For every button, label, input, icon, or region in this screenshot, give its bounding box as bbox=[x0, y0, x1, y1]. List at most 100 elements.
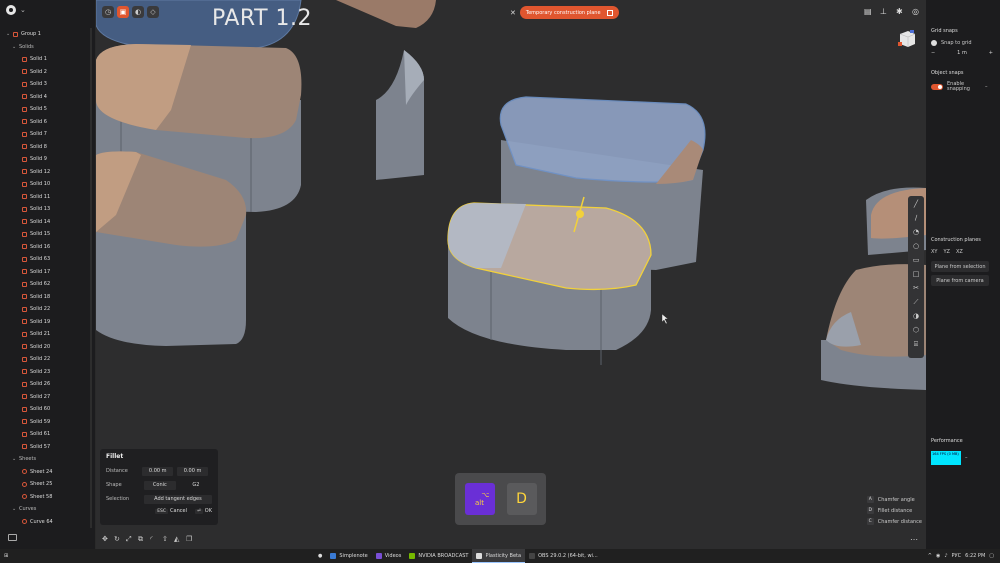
expand-chevron-icon[interactable]: ⌄ bbox=[12, 453, 17, 466]
cancel-button[interactable]: ESC Cancel bbox=[155, 508, 187, 514]
expand-chevron-icon[interactable]: ⌄ bbox=[12, 41, 17, 54]
knife-tool-icon[interactable]: ⟋ bbox=[912, 297, 920, 307]
outliner-item[interactable]: Solid 2 bbox=[0, 66, 94, 79]
import-icon[interactable] bbox=[8, 534, 17, 541]
chevron-down-icon[interactable]: ⌄ bbox=[20, 6, 26, 14]
taskbar-app[interactable]: OBS 29.0.2 (64-bit, wi... bbox=[525, 549, 602, 563]
outliner-item[interactable]: Solid 14 bbox=[0, 216, 94, 229]
language-indicator[interactable]: РУС bbox=[952, 553, 962, 559]
clock-icon[interactable]: ◷ bbox=[102, 6, 114, 18]
navigation-cube[interactable] bbox=[896, 28, 918, 50]
fillet-gizmo-handle[interactable] bbox=[576, 210, 584, 218]
scene-canvas[interactable] bbox=[96, 0, 926, 530]
outliner-item[interactable]: Solid 60 bbox=[0, 403, 94, 416]
outliner-item[interactable]: Solid 21 bbox=[0, 328, 94, 341]
shape-select[interactable]: Conic bbox=[143, 480, 176, 490]
outliner-item[interactable]: ⌄ Sheets bbox=[0, 453, 94, 466]
search-icon[interactable]: ● bbox=[314, 549, 326, 563]
outliner-item[interactable]: Solid 22 bbox=[0, 303, 94, 316]
scale-icon[interactable]: ⤢ bbox=[126, 536, 133, 543]
chevron-up-icon[interactable]: ^ bbox=[928, 553, 932, 559]
outliner-item[interactable]: Solid 57 bbox=[0, 441, 94, 454]
plane-yz-button[interactable]: YZ bbox=[943, 249, 949, 255]
outliner-item[interactable]: Sheet 25 bbox=[0, 478, 94, 491]
outliner-item[interactable]: Curve 64 bbox=[0, 516, 94, 529]
line-tool-icon[interactable]: ╱ bbox=[912, 199, 920, 209]
outliner-item[interactable]: Solid 3 bbox=[0, 78, 94, 91]
outliner-item[interactable]: Solid 16 bbox=[0, 241, 94, 254]
plane-from-selection-button[interactable]: Plane from selection bbox=[931, 261, 989, 272]
grid-plus-button[interactable]: + bbox=[989, 50, 993, 56]
outliner-item[interactable]: Solid 26 bbox=[0, 378, 94, 391]
outliner-item[interactable]: Solid 63 bbox=[0, 253, 94, 266]
outliner-item[interactable]: Solid 10 bbox=[0, 178, 94, 191]
grid-minus-button[interactable]: − bbox=[931, 50, 935, 56]
rectangle-tool-icon[interactable]: □ bbox=[912, 269, 920, 279]
outliner-item[interactable]: Sheet 58 bbox=[0, 491, 94, 504]
outliner-item[interactable]: Solid 23 bbox=[0, 366, 94, 379]
cylinder-tool-icon[interactable]: ▭ bbox=[912, 255, 920, 265]
enable-snapping-toggle[interactable] bbox=[931, 84, 943, 90]
shading-icon[interactable]: ◐ bbox=[132, 6, 144, 18]
distance-input-1[interactable]: 0.00 m bbox=[142, 466, 174, 476]
outliner-item[interactable]: Solid 9 bbox=[0, 153, 94, 166]
outliner-item[interactable]: Solid 62 bbox=[0, 278, 94, 291]
add-tangent-edges-button[interactable]: Add tangent edges bbox=[143, 494, 212, 504]
outliner-item[interactable]: ⌄ Curves bbox=[0, 503, 94, 516]
more-icon[interactable]: ⋯ bbox=[910, 535, 918, 544]
move-icon[interactable]: ✥ bbox=[102, 536, 109, 543]
distance-input-2[interactable]: 0.00 m bbox=[177, 466, 209, 476]
3d-viewport[interactable]: ◷ ▣ ◐ ◇ PART 1.2 ✕ Temporary constructio… bbox=[96, 0, 926, 530]
start-icon[interactable]: ⊞ bbox=[0, 549, 20, 563]
outliner-item[interactable]: ⌄ Solids bbox=[0, 41, 94, 54]
outliner-item[interactable]: Solid 22 bbox=[0, 353, 94, 366]
app-logo-icon[interactable] bbox=[6, 5, 16, 15]
outliner-item[interactable]: Solid 20 bbox=[0, 341, 94, 354]
box-tool-icon[interactable]: ⬡ bbox=[912, 325, 920, 335]
outliner-item[interactable]: Solid 7 bbox=[0, 128, 94, 141]
snap-to-grid-toggle[interactable] bbox=[931, 40, 937, 46]
outliner-item[interactable]: Solid 61 bbox=[0, 428, 94, 441]
outliner-item[interactable]: Sheet 24 bbox=[0, 466, 94, 479]
outliner-item[interactable]: Solid 19 bbox=[0, 316, 94, 329]
perspective-icon[interactable]: ▤ bbox=[864, 8, 872, 16]
plane-from-camera-button[interactable]: Plane from camera bbox=[931, 275, 989, 286]
clock[interactable]: 6:22 PM bbox=[965, 553, 985, 559]
overlay-icon[interactable]: ◎ bbox=[912, 8, 920, 16]
grid-size-value[interactable]: 1 m bbox=[957, 50, 967, 56]
fillet-icon[interactable]: ◜ bbox=[150, 536, 157, 543]
volume-icon[interactable]: ♪ bbox=[944, 553, 947, 559]
outliner-item[interactable]: Solid 8 bbox=[0, 141, 94, 154]
outliner-item[interactable]: Solid 18 bbox=[0, 291, 94, 304]
plane-xz-button[interactable]: XZ bbox=[956, 249, 963, 255]
taskbar-app[interactable]: Simplenote bbox=[326, 549, 371, 563]
offset-icon[interactable]: ⧉ bbox=[138, 536, 145, 543]
taskbar-app[interactable]: NVIDIA BROADCAST bbox=[405, 549, 472, 563]
taskbar-app[interactable]: Videos bbox=[372, 549, 406, 563]
taskbar-app[interactable]: Plasticity Beta bbox=[472, 549, 526, 563]
extrude-icon[interactable]: ⇧ bbox=[162, 536, 169, 543]
arc-tool-icon[interactable]: ◔ bbox=[912, 227, 920, 237]
ok-button[interactable]: ⏎ OK bbox=[195, 508, 212, 514]
object-mode-icon[interactable]: ▣ bbox=[117, 6, 129, 18]
outliner-item[interactable]: Solid 6 bbox=[0, 116, 94, 129]
outliner-item[interactable]: Solid 5 bbox=[0, 103, 94, 116]
options-icon[interactable]: – bbox=[985, 84, 988, 90]
outliner-item[interactable]: ⌄ Group 1 bbox=[0, 28, 94, 41]
network-icon[interactable]: ◉ bbox=[936, 553, 940, 559]
duplicate-icon[interactable]: ❐ bbox=[186, 536, 193, 543]
outliner-item[interactable]: Solid 13 bbox=[0, 203, 94, 216]
notification-icon[interactable]: ▢ bbox=[989, 553, 994, 559]
snap-to-grid-row[interactable]: Snap to grid bbox=[931, 38, 995, 48]
outliner-item[interactable]: Solid 1 bbox=[0, 53, 94, 66]
settings-icon[interactable]: ✱ bbox=[896, 8, 904, 16]
outliner-item[interactable]: Solid 59 bbox=[0, 416, 94, 429]
circle-tool-icon[interactable]: ○ bbox=[912, 241, 920, 251]
temporary-plane-pill[interactable]: Temporary construction plane bbox=[519, 6, 619, 19]
cylinder-solid-icon[interactable]: ⌸ bbox=[912, 339, 920, 349]
expand-chevron-icon[interactable]: ⌄ bbox=[12, 503, 17, 516]
curve-tool-icon[interactable]: ∕ bbox=[912, 213, 920, 223]
outliner-item[interactable]: Solid 27 bbox=[0, 391, 94, 404]
outliner-item[interactable]: Solid 11 bbox=[0, 191, 94, 204]
outliner-item[interactable]: Solid 4 bbox=[0, 91, 94, 104]
